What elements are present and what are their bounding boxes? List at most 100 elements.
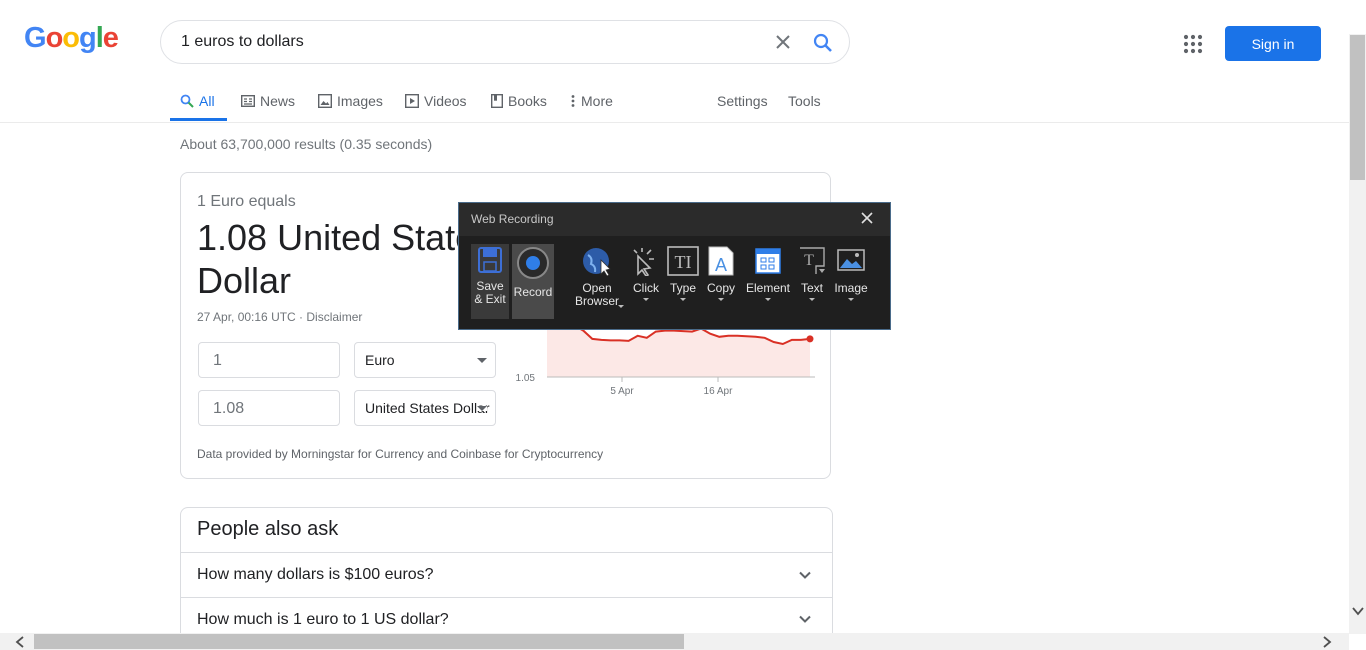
dropdown-arrow-icon (718, 298, 724, 301)
result-stats: About 63,700,000 results (0.35 seconds) (180, 136, 433, 152)
image-icon (318, 94, 332, 108)
from-currency-select[interactable]: Euro (354, 342, 496, 378)
svg-text:T: T (804, 252, 814, 269)
x-tick-label: 5 Apr (610, 386, 634, 397)
dropdown-arrow-icon (643, 298, 649, 301)
dialog-title: Web Recording (471, 212, 554, 226)
tool-label: Browser (574, 294, 619, 308)
close-icon[interactable] (859, 210, 875, 226)
scroll-left-arrow-icon[interactable] (13, 635, 27, 649)
tab-news[interactable]: News (241, 91, 295, 111)
tab-label: More (581, 93, 613, 109)
search-icon[interactable] (812, 32, 834, 54)
copy-button[interactable]: A Copy (704, 236, 738, 301)
book-icon (491, 94, 503, 108)
dropdown-arrow-icon (809, 298, 815, 301)
settings-link[interactable]: Settings (717, 91, 768, 111)
tab-label: All (199, 93, 215, 109)
google-logo[interactable]: Google (24, 22, 119, 55)
horizontal-scrollbar-thumb[interactable] (34, 634, 684, 649)
chevron-down-icon (477, 406, 487, 411)
tab-videos[interactable]: Videos (405, 91, 467, 111)
type-icon: TI (667, 246, 699, 276)
sign-in-button[interactable]: Sign in (1225, 26, 1321, 61)
element-icon (755, 248, 781, 274)
header-divider (0, 122, 1349, 123)
tool-label: Type (669, 281, 696, 295)
record-icon (517, 247, 549, 279)
tool-label: Copy (706, 281, 735, 295)
from-currency-value: Euro (365, 352, 395, 368)
type-button[interactable]: TI Type (666, 236, 700, 301)
chevron-down-icon[interactable] (797, 611, 813, 627)
chart-last-point (806, 335, 814, 343)
text-button[interactable]: T Text (796, 236, 828, 301)
dropdown-arrow-icon (765, 298, 771, 301)
divider (181, 597, 832, 598)
click-button[interactable]: Click (629, 236, 663, 301)
scroll-down-arrow-icon[interactable] (1351, 604, 1365, 618)
paa-question[interactable]: How many dollars is $100 euros? (197, 566, 434, 584)
conversion-result-line1: 1.08 United States (197, 217, 467, 258)
active-tab-indicator (170, 118, 227, 121)
x-tick-label: 16 Apr (704, 386, 734, 397)
search-input[interactable] (181, 31, 751, 53)
tab-images[interactable]: Images (318, 91, 383, 111)
tool-label: Record (513, 285, 553, 299)
image-icon (837, 249, 865, 271)
search-box[interactable] (160, 20, 850, 64)
tab-label: Videos (424, 93, 467, 109)
tab-more[interactable]: More (570, 91, 613, 111)
copy-icon: A (708, 246, 734, 276)
video-icon (405, 94, 419, 108)
conversion-result-line2: Dollar (197, 260, 292, 301)
svg-text:A: A (715, 255, 727, 275)
paa-question[interactable]: How much is 1 euro to 1 US dollar? (197, 611, 449, 629)
dropdown-arrow-icon (680, 298, 686, 301)
tool-label: Text (800, 281, 823, 295)
apps-grid-icon[interactable] (1183, 34, 1203, 54)
people-also-ask-title: People also ask (197, 518, 339, 540)
open-browser-button[interactable]: Open Browser (570, 236, 624, 308)
tools-link[interactable]: Tools (788, 91, 821, 111)
tab-label: Books (508, 93, 547, 109)
to-amount-input[interactable]: 1.08 (198, 390, 340, 426)
vertical-scrollbar-thumb[interactable] (1350, 35, 1365, 180)
recording-toolbar: Save & Exit Record Open Browser Click TI… (459, 236, 890, 329)
news-icon (241, 95, 255, 107)
y-tick-label: 1.05 (516, 373, 536, 384)
divider (181, 552, 832, 553)
data-provider-note: Data provided by Morningstar for Currenc… (197, 447, 604, 461)
more-icon (571, 95, 575, 107)
tool-label: & Exit (474, 292, 506, 306)
tab-books[interactable]: Books (491, 91, 547, 111)
tool-label: Image (834, 281, 868, 295)
timestamp-disclaimer[interactable]: 27 Apr, 00:16 UTC · Disclaimer (197, 310, 362, 324)
search-icon (180, 94, 194, 108)
conversion-result: 1.08 United States Dollar (197, 216, 467, 306)
equals-label: 1 Euro equals (197, 193, 296, 210)
svg-text:TI: TI (675, 252, 692, 272)
chevron-down-icon[interactable] (797, 567, 813, 583)
clear-icon[interactable] (773, 32, 793, 52)
click-icon (633, 248, 654, 278)
record-button[interactable]: Record (512, 244, 554, 319)
image-button[interactable]: Image (833, 236, 869, 301)
to-currency-select[interactable]: United States Dollar (354, 390, 496, 426)
save-exit-icon (478, 247, 502, 273)
scroll-right-arrow-icon[interactable] (1320, 635, 1334, 649)
open-browser-icon (583, 248, 611, 277)
chevron-down-icon (477, 358, 487, 363)
dropdown-arrow-icon (618, 305, 624, 308)
tab-label: Images (337, 93, 383, 109)
text-icon: T (800, 247, 825, 274)
tool-label: Element (745, 281, 791, 295)
element-button[interactable]: Element (745, 236, 791, 301)
tab-all[interactable]: All (180, 91, 215, 111)
dropdown-arrow-icon (848, 298, 854, 301)
tool-label: Click (633, 281, 659, 295)
to-currency-value: United States Dollar (365, 400, 490, 416)
from-amount-input[interactable]: 1 (198, 342, 340, 378)
tab-label: News (260, 93, 296, 109)
save-exit-button[interactable]: Save & Exit (471, 244, 509, 319)
